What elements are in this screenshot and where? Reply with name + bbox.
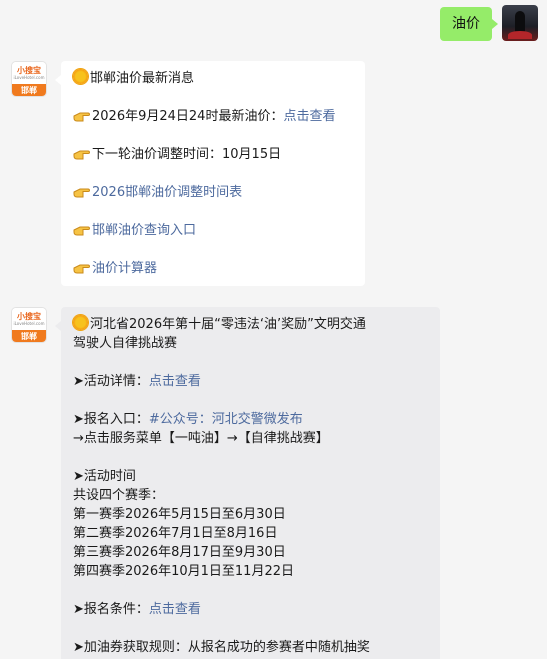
oil-calculator-link[interactable]: 油价计算器 — [92, 261, 157, 276]
pointing-hand-icon — [73, 188, 90, 198]
season-4: 第四赛季2026年10月1日至11月22日 — [73, 564, 294, 579]
seasons-intro: 共设四个赛季： — [73, 488, 165, 503]
bot-avatar[interactable]: 小搜宝 iLoveHotel.com 邯郸 — [11, 61, 47, 97]
outgoing-message-row: 油价 — [440, 5, 538, 41]
challenge-title: 河北省2026年第十届“零违法‘油’奖励”文明交通 — [73, 315, 428, 334]
bot-brand: 小搜宝 — [17, 66, 41, 75]
detail-link[interactable]: 点击查看 — [149, 374, 201, 389]
bot-avatar[interactable]: 小搜宝 iLoveHotel.com 邯郸 — [11, 307, 47, 343]
bot-city: 邯郸 — [12, 330, 46, 342]
condition-line: ➤报名条件：点击查看 — [73, 602, 201, 617]
season-1: 第一赛季2026年5月15日至6月30日 — [73, 507, 286, 522]
bot-domain: iLoveHotel.com — [13, 75, 45, 80]
rule-line: ➤加油券获取规则：从报名成功的参赛者中随机抽奖 — [73, 640, 370, 655]
challenge-title-cont: 驾驶人自律挑战赛 — [73, 336, 178, 351]
detail-line: ➤活动详情：点击查看 — [73, 374, 201, 389]
pointing-hand-icon — [73, 264, 90, 274]
adjust-schedule-link[interactable]: 2026邯郸油价调整时间表 — [92, 185, 242, 200]
outgoing-bubble[interactable]: 油价 — [440, 7, 498, 41]
view-latest-price-link[interactable]: 点击查看 — [283, 109, 335, 124]
next-adjust-line: 下一轮油价调整时间：10月15日 — [73, 145, 353, 164]
condition-link[interactable]: 点击查看 — [149, 602, 201, 617]
signup-account-link[interactable]: #公众号：河北交警微发布 — [149, 412, 303, 427]
incoming-bubble-challenge: 河北省2026年第十届“零违法‘油’奖励”文明交通 驾驶人自律挑战赛 ➤活动详情… — [55, 307, 440, 659]
bot-city: 邯郸 — [12, 84, 46, 96]
pointing-hand-icon — [73, 226, 90, 236]
schedule-line: 2026邯郸油价调整时间表 — [73, 183, 353, 202]
time-label: ➤活动时间 — [73, 469, 136, 484]
chat-window: 油价 小搜宝 iLoveHotel.com 邯郸 邯郸油价最新消息 2026年9… — [0, 0, 547, 659]
latest-price-line: 2026年9月24日24时最新油价：点击查看 — [73, 107, 353, 126]
pointing-hand-icon — [73, 150, 90, 160]
incoming-bubble-oil-price: 邯郸油价最新消息 2026年9月24日24时最新油价：点击查看 下一轮油价调整时… — [55, 61, 365, 286]
season-2: 第二赛季2026年7月1日至8月16日 — [73, 526, 278, 541]
bot-domain: iLoveHotel.com — [13, 321, 45, 326]
price-query-link[interactable]: 邯郸油价查询入口 — [92, 223, 196, 238]
calculator-line: 油价计算器 — [73, 259, 353, 278]
avatar-red-cloak — [508, 31, 532, 39]
query-line: 邯郸油价查询入口 — [73, 221, 353, 240]
pointing-hand-icon — [73, 112, 90, 122]
sun-emoji-icon — [73, 315, 88, 330]
user-avatar[interactable] — [502, 5, 538, 41]
sun-emoji-icon — [73, 69, 88, 84]
signup-line: ➤报名入口：#公众号：河北交警微发布 — [73, 412, 303, 427]
signup-path: →点击服务菜单【一吨油】→【自律挑战赛】 — [73, 431, 329, 446]
season-3: 第三赛季2026年8月17日至9月30日 — [73, 545, 286, 560]
bot-brand: 小搜宝 — [17, 312, 41, 321]
message-title: 邯郸油价最新消息 — [73, 69, 353, 88]
